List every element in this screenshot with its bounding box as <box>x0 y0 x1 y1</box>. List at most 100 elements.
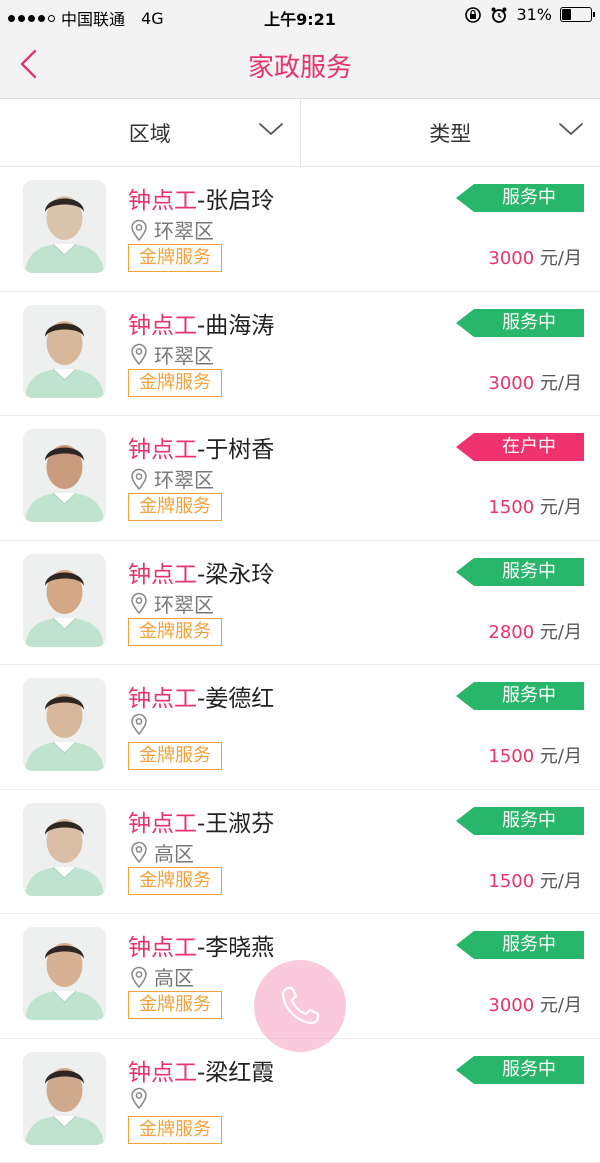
rotation-lock-icon <box>464 6 482 24</box>
battery-icon <box>560 7 592 22</box>
price-unit: 元/月 <box>534 995 582 1016</box>
worker-name-text: -于树香 <box>197 437 274 463</box>
battery-label: 31% <box>516 5 552 24</box>
avatar <box>23 1052 106 1145</box>
worker-list-item[interactable]: 钟点工-姜德红 金牌服务 服务中 1500 元/月 <box>0 665 600 790</box>
worker-name-text: -梁红霞 <box>197 1060 274 1086</box>
filter-bar: 区域 类型 <box>0 99 600 167</box>
price-unit: 元/月 <box>534 248 582 269</box>
worker-list-item[interactable]: 钟点工-于树香 环翠区 金牌服务 在户中 1500 元/月 <box>0 416 600 541</box>
location-pin-icon <box>130 219 148 241</box>
avatar <box>23 678 106 771</box>
location-pin-icon <box>130 468 148 490</box>
worker-name-text: -曲海涛 <box>197 313 274 339</box>
status-tag-text: 服务中 <box>474 807 584 835</box>
worker-name: 钟点工-李晓燕 <box>128 928 274 962</box>
worker-name: 钟点工-于树香 <box>128 430 274 464</box>
price-value: 3000 <box>488 248 534 269</box>
worker-price: 3000 元/月 <box>488 369 582 395</box>
status-bar: 中国联通 4G 上午9:21 31% <box>0 0 600 32</box>
page-title: 家政服务 <box>0 47 600 84</box>
alarm-icon <box>490 6 508 24</box>
worker-category: 钟点工 <box>128 313 197 339</box>
price-unit: 元/月 <box>534 622 582 643</box>
worker-category: 钟点工 <box>128 562 197 588</box>
worker-list-item[interactable]: 钟点工-张启玲 环翠区 金牌服务 服务中 3000 元/月 <box>0 167 600 292</box>
worker-location-text: 环翠区 <box>154 215 214 244</box>
worker-location-text: 环翠区 <box>154 340 214 369</box>
worker-name-text: -李晓燕 <box>197 935 274 961</box>
worker-location <box>130 713 154 735</box>
worker-category: 钟点工 <box>128 935 197 961</box>
status-tag: 服务中 <box>456 1056 584 1084</box>
price-value: 3000 <box>488 373 534 394</box>
worker-price: 1500 元/月 <box>488 867 582 893</box>
worker-name-text: -王淑芬 <box>197 811 274 837</box>
location-pin-icon <box>130 713 148 735</box>
filter-type[interactable]: 类型 <box>301 99 600 166</box>
worker-list-item[interactable]: 钟点工-梁红霞 金牌服务 服务中 <box>0 1039 600 1163</box>
filter-region-label: 区域 <box>0 118 300 148</box>
gold-service-badge: 金牌服务 <box>128 867 222 895</box>
price-value: 2800 <box>488 622 534 643</box>
worker-location: 高区 <box>130 838 194 867</box>
avatar <box>23 803 106 896</box>
worker-name: 钟点工-梁红霞 <box>128 1053 274 1087</box>
status-tag-text: 服务中 <box>474 309 584 337</box>
price-value: 1500 <box>488 497 534 518</box>
status-tag: 服务中 <box>456 184 584 212</box>
call-button[interactable] <box>254 960 346 1052</box>
worker-category: 钟点工 <box>128 188 197 214</box>
status-tag-text: 在户中 <box>474 433 584 461</box>
gold-service-badge: 金牌服务 <box>128 618 222 646</box>
status-tag: 服务中 <box>456 807 584 835</box>
worker-location-text: 高区 <box>154 838 194 867</box>
worker-price: 1500 元/月 <box>488 493 582 519</box>
worker-name-text: -梁永玲 <box>197 562 274 588</box>
gold-service-badge: 金牌服务 <box>128 244 222 272</box>
location-pin-icon <box>130 841 148 863</box>
filter-region[interactable]: 区域 <box>0 99 301 166</box>
gold-service-badge: 金牌服务 <box>128 369 222 397</box>
status-tag-text: 服务中 <box>474 682 584 710</box>
price-value: 1500 <box>488 746 534 767</box>
worker-price: 3000 元/月 <box>488 991 582 1017</box>
status-tag: 服务中 <box>456 682 584 710</box>
chevron-down-icon <box>258 121 284 137</box>
worker-location <box>130 1087 154 1109</box>
gold-service-badge: 金牌服务 <box>128 991 222 1019</box>
gold-service-badge: 金牌服务 <box>128 1116 222 1144</box>
worker-name-text: -张启玲 <box>197 188 274 214</box>
status-tag-text: 服务中 <box>474 558 584 586</box>
worker-location: 环翠区 <box>130 464 214 493</box>
price-value: 3000 <box>488 995 534 1016</box>
gold-service-badge: 金牌服务 <box>128 742 222 770</box>
worker-category: 钟点工 <box>128 437 197 463</box>
status-tag: 服务中 <box>456 309 584 337</box>
price-unit: 元/月 <box>534 746 582 767</box>
status-tag: 服务中 <box>456 558 584 586</box>
worker-location: 环翠区 <box>130 589 214 618</box>
phone-icon <box>276 982 324 1030</box>
worker-location-text: 高区 <box>154 962 194 991</box>
filter-type-label: 类型 <box>301 118 600 148</box>
worker-name: 钟点工-王淑芬 <box>128 804 274 838</box>
worker-price: 2800 元/月 <box>488 618 582 644</box>
worker-list-item[interactable]: 钟点工-梁永玲 环翠区 金牌服务 服务中 2800 元/月 <box>0 541 600 666</box>
worker-list-item[interactable]: 钟点工-王淑芬 高区 金牌服务 服务中 1500 元/月 <box>0 790 600 915</box>
price-unit: 元/月 <box>534 373 582 394</box>
status-bar-right: 31% <box>464 5 592 24</box>
worker-location: 高区 <box>130 962 194 991</box>
worker-name-text: -姜德红 <box>197 686 274 712</box>
worker-list-item[interactable]: 钟点工-曲海涛 环翠区 金牌服务 服务中 3000 元/月 <box>0 292 600 417</box>
status-tag-text: 服务中 <box>474 931 584 959</box>
location-pin-icon <box>130 592 148 614</box>
worker-price: 3000 元/月 <box>488 244 582 270</box>
avatar <box>23 554 106 647</box>
location-pin-icon <box>130 1087 148 1109</box>
avatar <box>23 429 106 522</box>
worker-name: 钟点工-张启玲 <box>128 181 274 215</box>
worker-name: 钟点工-曲海涛 <box>128 306 274 340</box>
price-unit: 元/月 <box>534 497 582 518</box>
status-tag: 服务中 <box>456 931 584 959</box>
